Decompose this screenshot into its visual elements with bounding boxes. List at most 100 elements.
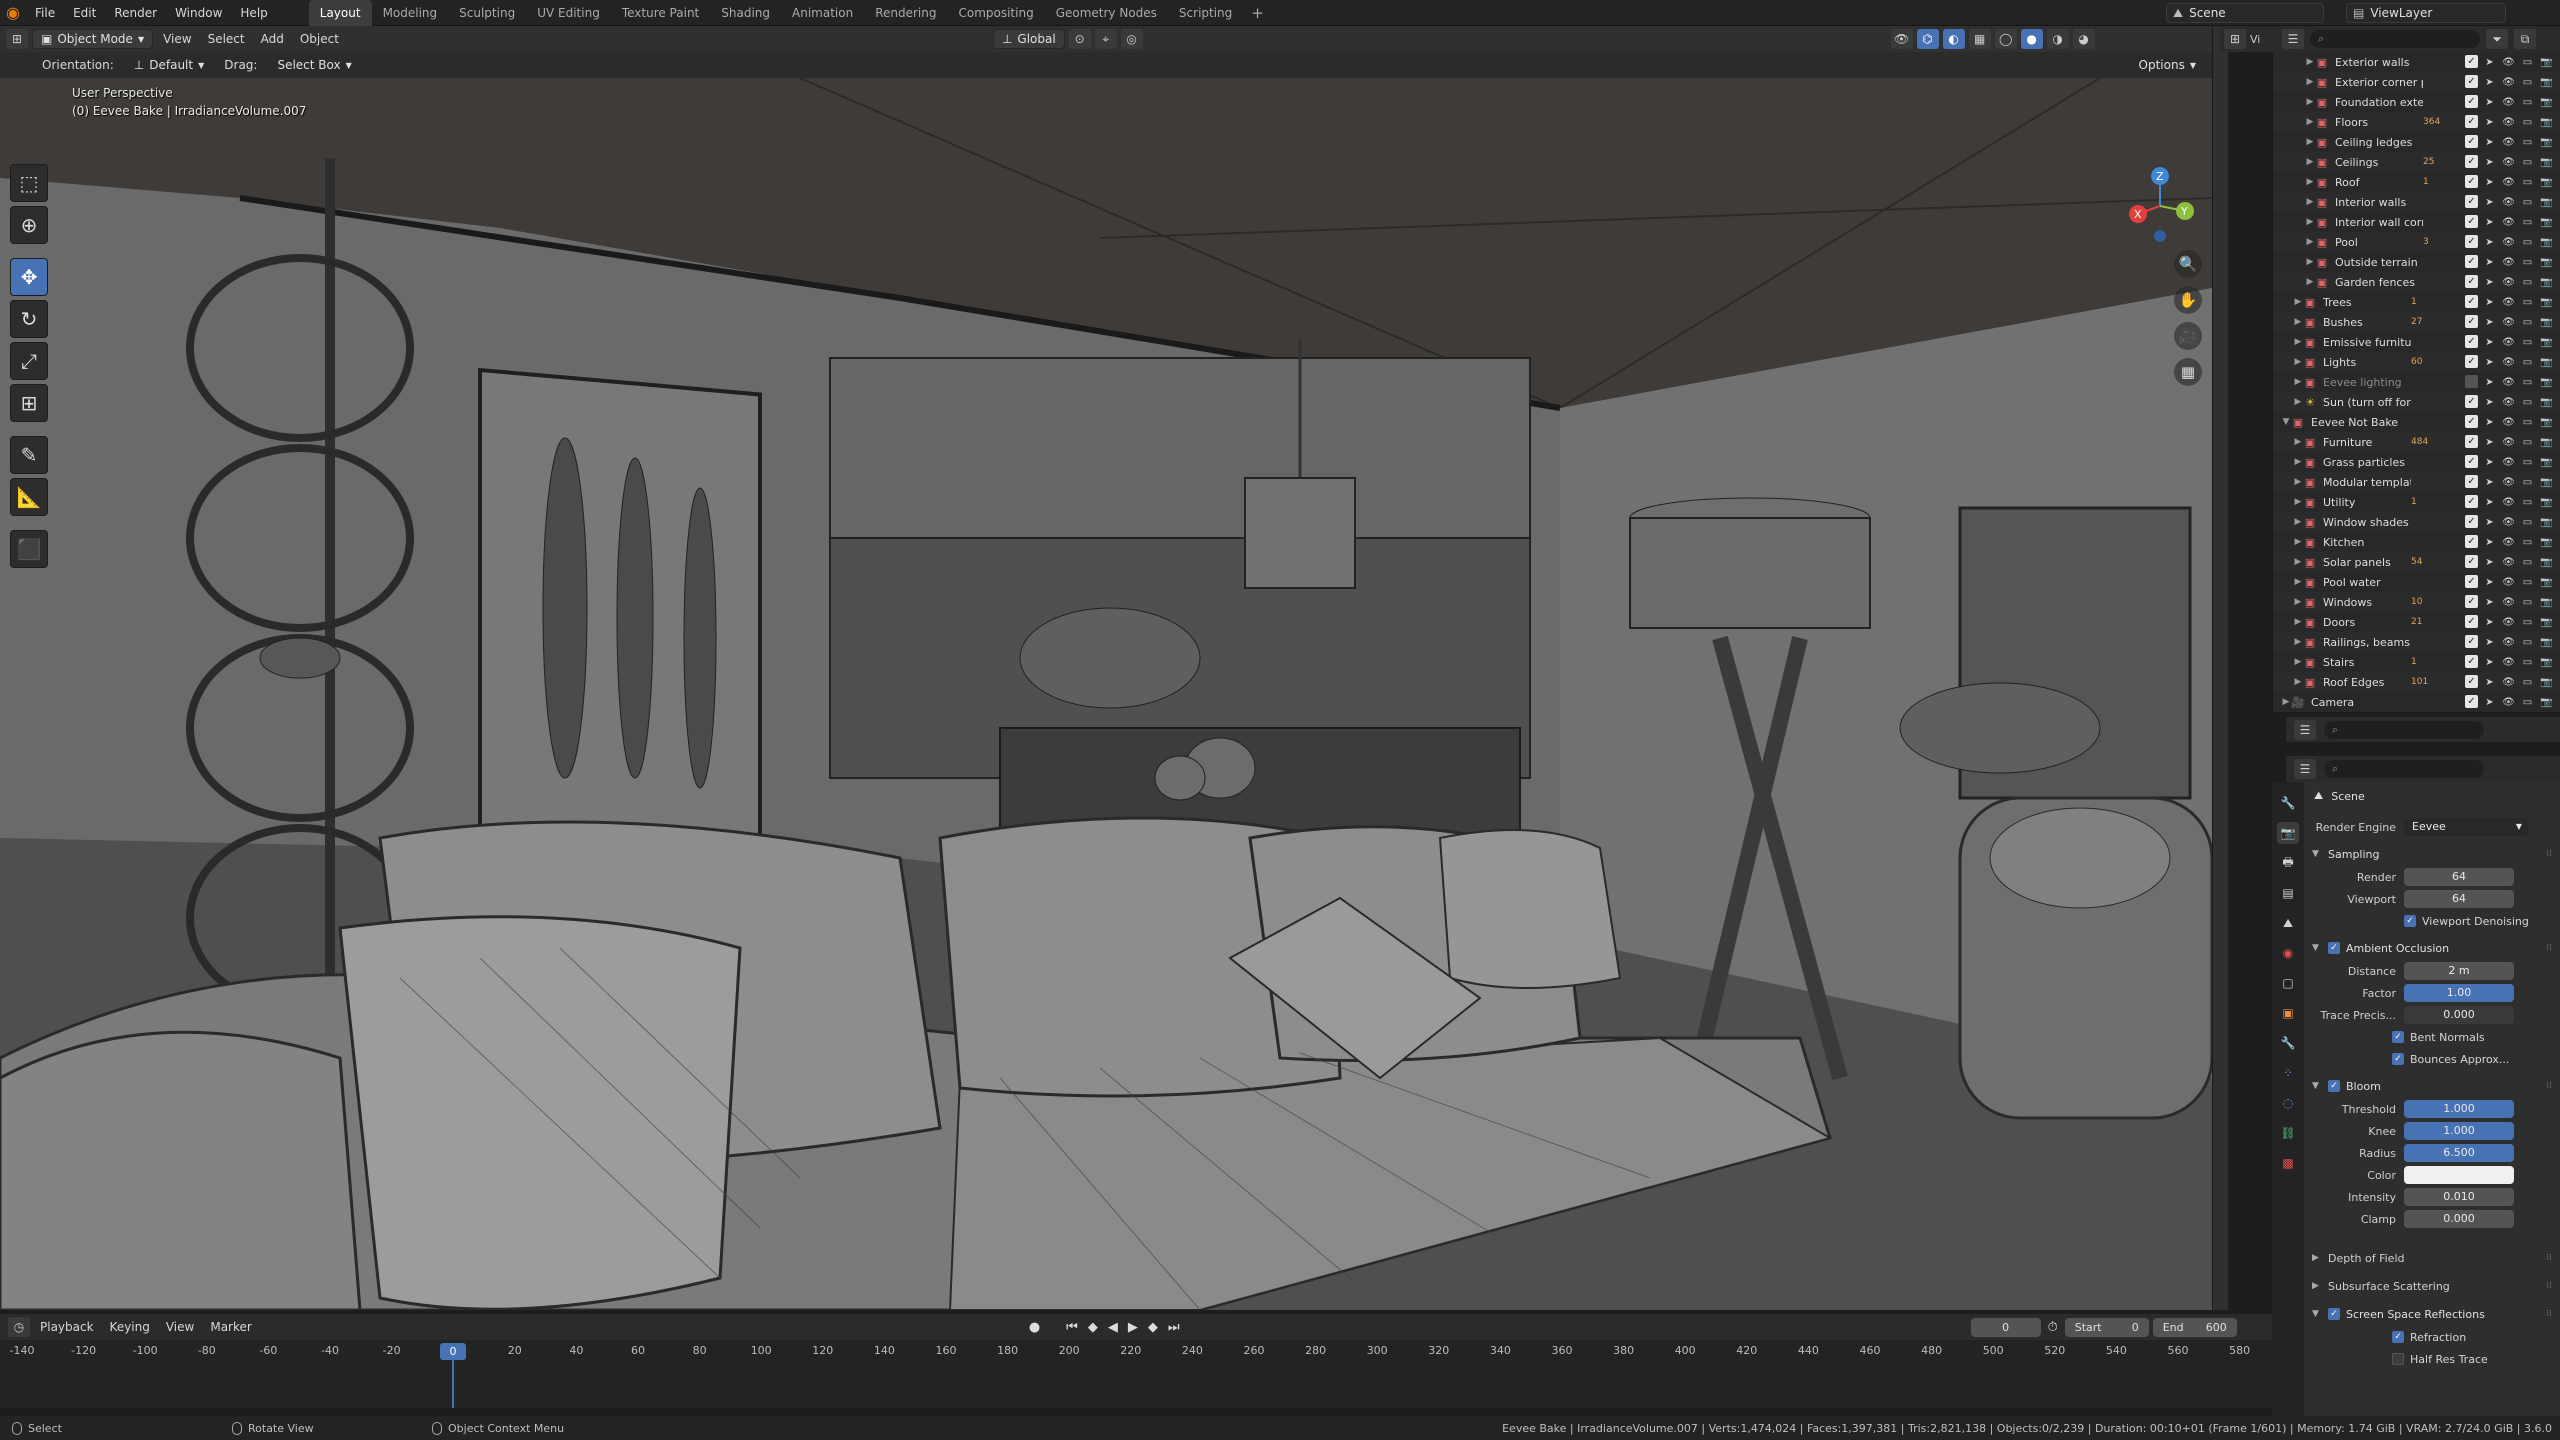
eye-icon[interactable]: 👁 bbox=[2501, 615, 2516, 629]
mode-selector[interactable]: ▣ Object Mode ▼ bbox=[32, 29, 154, 49]
sampling-panel-header[interactable]: ▼ Sampling ⁞⁞ bbox=[2304, 842, 2560, 866]
properties-editor-icon-2[interactable]: ☰ bbox=[2294, 759, 2316, 779]
render-camera-icon[interactable]: 📷 bbox=[2539, 335, 2554, 349]
select-arrow-icon[interactable]: ➤ bbox=[2482, 675, 2497, 689]
checkbox-checked-icon[interactable]: ✓ bbox=[2392, 1331, 2404, 1343]
select-arrow-icon[interactable]: ➤ bbox=[2482, 495, 2497, 509]
monitor-icon[interactable]: ▭ bbox=[2520, 635, 2535, 649]
eye-icon[interactable]: 👁 bbox=[2501, 475, 2516, 489]
monitor-icon[interactable]: ▭ bbox=[2520, 675, 2535, 689]
monitor-icon[interactable]: ▭ bbox=[2520, 175, 2535, 189]
solid-shading-icon[interactable]: ● bbox=[2020, 29, 2043, 49]
render-camera-icon[interactable]: 📷 bbox=[2539, 655, 2554, 669]
select-arrow-icon[interactable]: ➤ bbox=[2482, 255, 2497, 269]
outliner-row[interactable]: ▶ ▣ Solar panels 54 ✓ ➤ 👁 ▭ 📷 bbox=[2273, 552, 2560, 572]
annotate-tool-icon[interactable]: ✎ bbox=[10, 436, 48, 474]
next-keyframe-icon[interactable]: ◆ bbox=[1145, 1320, 1161, 1335]
add-cube-tool-icon[interactable]: ⬛ bbox=[10, 530, 48, 568]
expand-arrow-icon[interactable]: ▶ bbox=[2305, 117, 2315, 127]
outliner-row[interactable]: ▶▣ Emissive furniture ✓ ➤ 👁 ▭ 📷 bbox=[2273, 332, 2560, 352]
menu-view[interactable]: View bbox=[157, 32, 197, 46]
render-camera-icon[interactable]: 📷 bbox=[2539, 615, 2554, 629]
outliner-row[interactable]: ▶ ▣ Utility 1 ✓ ➤ 👁 ▭ 📷 bbox=[2273, 492, 2560, 512]
gizmo-toggle-icon[interactable]: ⌬ bbox=[1916, 29, 1939, 49]
add-workspace-button[interactable]: + bbox=[1243, 0, 1272, 26]
ao-factor-slider[interactable]: 1.00 bbox=[2404, 984, 2514, 1002]
expand-arrow-icon[interactable]: ▶ bbox=[2305, 237, 2315, 247]
select-arrow-icon[interactable]: ➤ bbox=[2482, 275, 2497, 289]
exclude-checkbox[interactable]: ✓ bbox=[2465, 55, 2478, 68]
exclude-checkbox[interactable]: ✓ bbox=[2465, 335, 2478, 348]
timeline-ruler[interactable]: -140 -120 -100 -80 -60 -40 -20 0 20 40 60 80 100 120 1… bbox=[0, 1344, 2272, 1364]
select-arrow-icon[interactable]: ➤ bbox=[2482, 595, 2497, 609]
render-camera-icon[interactable]: 📷 bbox=[2539, 195, 2554, 209]
tab-geometry-nodes[interactable]: Geometry Nodes bbox=[1045, 0, 1168, 26]
expand-arrow-icon[interactable]: ▶ bbox=[2293, 617, 2303, 627]
monitor-icon[interactable]: ▭ bbox=[2520, 315, 2535, 329]
select-arrow-icon[interactable]: ➤ bbox=[2482, 355, 2497, 369]
outliner-editor-icon[interactable]: ☰ bbox=[2282, 29, 2304, 49]
render-camera-icon[interactable]: 📷 bbox=[2539, 275, 2554, 289]
render-camera-icon[interactable]: 📷 bbox=[2539, 215, 2554, 229]
eye-icon[interactable]: 👁 bbox=[2501, 675, 2516, 689]
monitor-icon[interactable]: ▭ bbox=[2520, 355, 2535, 369]
monitor-icon[interactable]: ▭ bbox=[2520, 215, 2535, 229]
expand-arrow-icon[interactable]: ▶ bbox=[2293, 457, 2303, 467]
expand-arrow-icon[interactable]: ▶ bbox=[2293, 437, 2303, 447]
eye-icon[interactable]: 👁 bbox=[2501, 495, 2516, 509]
expand-arrow-icon[interactable]: ▶ bbox=[2305, 257, 2315, 267]
exclude-checkbox[interactable]: ✓ bbox=[2465, 275, 2478, 288]
exclude-checkbox[interactable]: ✓ bbox=[2465, 535, 2478, 548]
eye-icon[interactable]: 👁 bbox=[2501, 335, 2516, 349]
outliner-row[interactable]: ▶ ▣ Window shades ✓ ➤ 👁 ▭ 📷 bbox=[2273, 512, 2560, 532]
exclude-checkbox[interactable]: ✓ bbox=[2465, 655, 2478, 668]
exclude-checkbox[interactable]: ✓ bbox=[2465, 355, 2478, 368]
ssr-enable-checkbox[interactable]: ✓ bbox=[2328, 1308, 2340, 1320]
eye-icon[interactable]: 👁 bbox=[2501, 155, 2516, 169]
render-camera-icon[interactable]: 📷 bbox=[2539, 175, 2554, 189]
select-arrow-icon[interactable]: ➤ bbox=[2482, 655, 2497, 669]
expand-arrow-icon[interactable]: ▶ bbox=[2293, 637, 2303, 647]
monitor-icon[interactable]: ▭ bbox=[2520, 95, 2535, 109]
outliner-row[interactable]: ▶ ▣ Roof Edges 101 ✓ ➤ 👁 ▭ 📷 bbox=[2273, 672, 2560, 692]
expand-arrow-icon[interactable]: ▶ bbox=[2305, 157, 2315, 167]
monitor-icon[interactable]: ▭ bbox=[2520, 395, 2535, 409]
outliner[interactable]: ▶ ▣ Exterior walls ✓ ➤ 👁 ▭ 📷 ▶ ▣ Exterior corner p… bbox=[2272, 52, 2560, 712]
exclude-checkbox[interactable]: ✓ bbox=[2465, 515, 2478, 528]
dof-panel-header[interactable]: ▶ Depth of Field ⁞⁞ bbox=[2304, 1246, 2560, 1270]
select-arrow-icon[interactable]: ➤ bbox=[2482, 615, 2497, 629]
ao-trace-field[interactable]: 0.000 bbox=[2404, 1006, 2514, 1024]
monitor-icon[interactable]: ▭ bbox=[2520, 155, 2535, 169]
menu-help[interactable]: Help bbox=[231, 0, 276, 26]
rotate-tool-icon[interactable]: ↻ bbox=[10, 300, 48, 338]
render-camera-icon[interactable]: 📷 bbox=[2539, 595, 2554, 609]
select-arrow-icon[interactable]: ➤ bbox=[2482, 115, 2497, 129]
ssr-panel-header[interactable]: ▼ ✓ Screen Space Reflections ⁞⁞ bbox=[2304, 1302, 2560, 1326]
outliner-row[interactable]: ▶ ▣ Bushes 27 ✓ ➤ 👁 ▭ 📷 bbox=[2273, 312, 2560, 332]
drag-handle-icon[interactable]: ⁞⁞ bbox=[2546, 1253, 2552, 1263]
bloom-knee-slider[interactable]: 1.000 bbox=[2404, 1122, 2514, 1140]
options-dropdown[interactable]: Options ▼ bbox=[2130, 55, 2204, 75]
checkbox-checked-icon[interactable]: ✓ bbox=[2392, 1031, 2404, 1043]
tab-modeling[interactable]: Modeling bbox=[372, 0, 449, 26]
checkbox-checked-icon[interactable]: ✓ bbox=[2392, 1053, 2404, 1065]
outliner-row[interactable]: ▼ ▣ Eevee Not Bake ✓ ➤ 👁 ▭ 📷 bbox=[2273, 412, 2560, 432]
exclude-checkbox[interactable]: ✓ bbox=[2465, 95, 2478, 108]
half-res-row[interactable]: Half Res Trace bbox=[2304, 1348, 2560, 1370]
select-arrow-icon[interactable]: ➤ bbox=[2482, 535, 2497, 549]
end-frame-field[interactable]: End 600 bbox=[2152, 1317, 2237, 1337]
outliner-row[interactable]: ▶ ▣ Exterior walls ✓ ➤ 👁 ▭ 📷 bbox=[2273, 52, 2560, 72]
drag-handle-icon[interactable]: ⁞⁞ bbox=[2546, 1081, 2552, 1091]
eye-icon[interactable]: 👁 bbox=[2501, 255, 2516, 269]
overlay-toggle-icon[interactable]: ◐ bbox=[1942, 29, 1965, 49]
wireframe-shading-icon[interactable]: ◯ bbox=[1994, 29, 2017, 49]
select-arrow-icon[interactable]: ➤ bbox=[2482, 55, 2497, 69]
tab-compositing[interactable]: Compositing bbox=[947, 0, 1044, 26]
render-engine-dropdown[interactable]: Eevee ▼ bbox=[2404, 818, 2528, 836]
expand-arrow-icon[interactable]: ▶ bbox=[2293, 677, 2303, 687]
clock-icon[interactable]: ◷ bbox=[8, 1317, 30, 1337]
exclude-checkbox[interactable]: ✓ bbox=[2465, 435, 2478, 448]
outliner-row[interactable]: ▶ ▣ Windows 10 ✓ ➤ 👁 ▭ 📷 bbox=[2273, 592, 2560, 612]
select-arrow-icon[interactable]: ➤ bbox=[2482, 575, 2497, 589]
monitor-icon[interactable]: ▭ bbox=[2520, 495, 2535, 509]
